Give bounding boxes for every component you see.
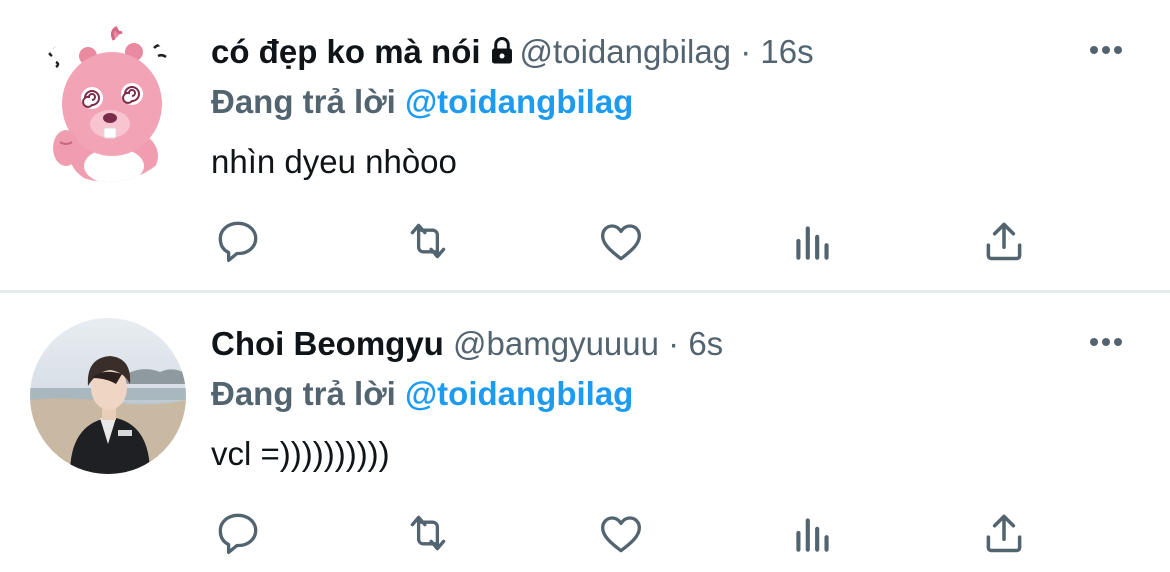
tweet[interactable]: có đẹp ko mà nói @toidangbilag · 16s Đang…	[0, 0, 1170, 290]
like-button[interactable]	[594, 214, 648, 268]
views-button[interactable]	[786, 506, 840, 560]
tweet-actions	[0, 506, 1170, 566]
display-name[interactable]: có đẹp ko mà nói	[211, 33, 481, 70]
like-icon	[601, 516, 641, 553]
reply-mention-link[interactable]: @toidangbilag	[405, 83, 633, 120]
reply-prefix: Đang trả lời	[211, 375, 396, 412]
share-icon	[986, 514, 1022, 553]
reply-button[interactable]	[211, 506, 265, 560]
views-button[interactable]	[786, 214, 840, 268]
retweet-icon	[410, 223, 446, 259]
timestamp[interactable]: 16s	[760, 33, 813, 70]
tweet[interactable]: Choi Beomgyu @bamgyuuuu · 6s Đang trả lờ…	[0, 292, 1170, 572]
avatar[interactable]	[30, 318, 186, 474]
tweet-text: vcl =))))))))))	[211, 435, 390, 472]
share-button[interactable]	[977, 506, 1031, 560]
timestamp[interactable]: 6s	[688, 325, 723, 362]
more-options-icon[interactable]	[1086, 330, 1126, 354]
retweet-button[interactable]	[401, 214, 455, 268]
views-icon	[796, 226, 829, 260]
tweet-text: nhìn dyeu nhòoo	[211, 143, 457, 180]
avatar[interactable]	[30, 26, 186, 182]
lock-icon	[487, 33, 517, 77]
reply-mention-link[interactable]: @toidangbilag	[405, 375, 633, 412]
reply-context: Đang trả lời @toidangbilag	[211, 80, 633, 124]
user-handle[interactable]: @bamgyuuuu	[453, 325, 659, 362]
photo-avatar-icon	[30, 318, 186, 474]
reply-button[interactable]	[211, 214, 265, 268]
reply-context: Đang trả lời @toidangbilag	[211, 372, 633, 416]
reply-prefix: Đang trả lời	[211, 83, 396, 120]
views-icon	[796, 518, 829, 552]
separator-dot: ·	[740, 33, 752, 70]
like-icon	[601, 224, 641, 261]
more-options-icon[interactable]	[1086, 38, 1126, 62]
share-icon	[986, 222, 1022, 261]
tweet-actions	[0, 214, 1170, 274]
display-name[interactable]: Choi Beomgyu	[211, 325, 444, 362]
retweet-icon	[410, 515, 446, 551]
tweet-header: Choi Beomgyu @bamgyuuuu · 6s	[211, 322, 723, 366]
like-button[interactable]	[594, 506, 648, 560]
reply-icon	[218, 513, 258, 555]
reply-icon	[218, 221, 258, 263]
tweet-header: có đẹp ko mà nói @toidangbilag · 16s	[211, 30, 814, 77]
user-handle[interactable]: @toidangbilag	[520, 33, 732, 70]
share-button[interactable]	[977, 214, 1031, 268]
separator-dot: ·	[668, 325, 680, 362]
pink-beaver-avatar-icon	[47, 26, 167, 182]
retweet-button[interactable]	[401, 506, 455, 560]
